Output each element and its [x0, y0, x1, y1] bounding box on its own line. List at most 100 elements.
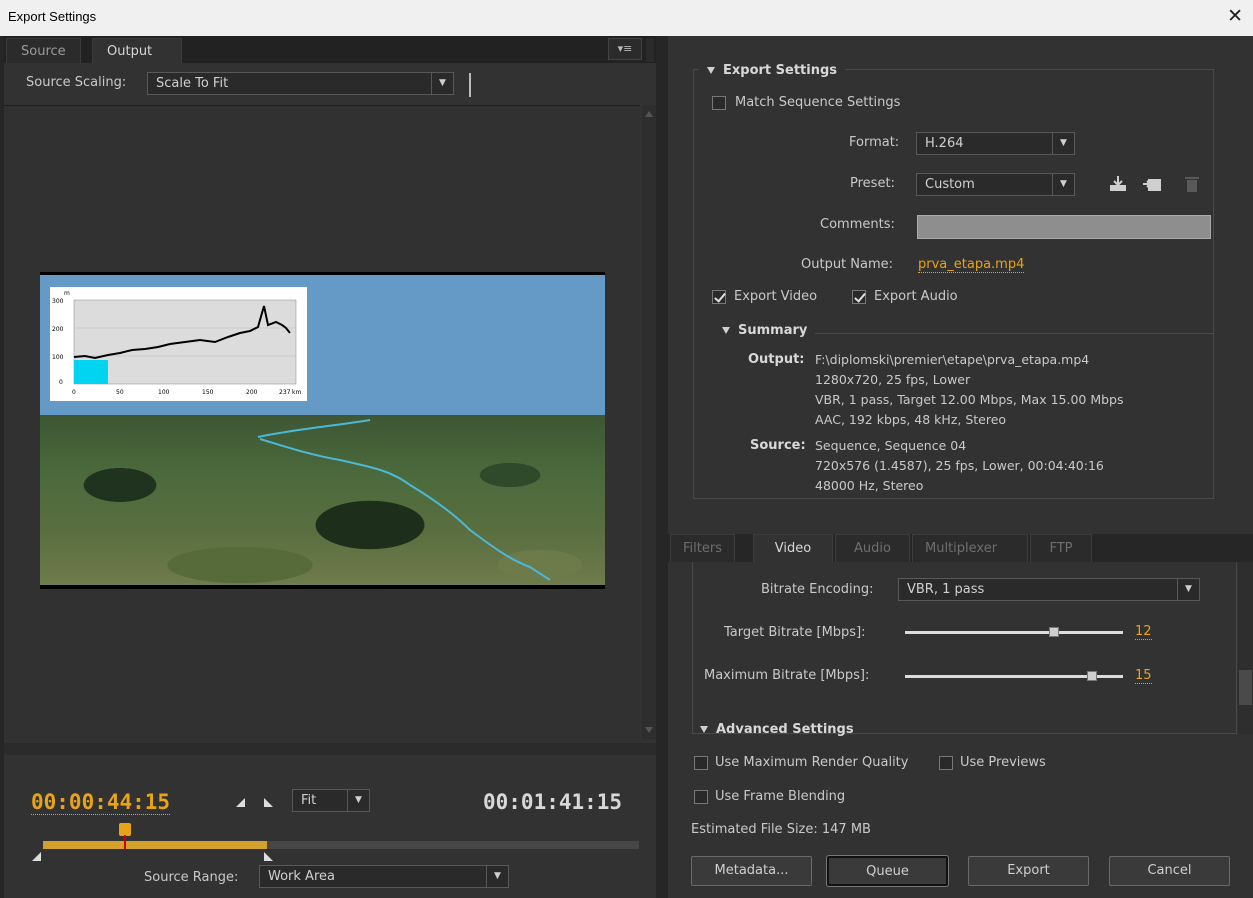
chart-x-tick: 0 — [72, 389, 76, 396]
metadata-button[interactable]: Metadata... — [691, 856, 812, 886]
chart-y-unit: m — [64, 290, 70, 297]
max-bitrate-slider-handle[interactable] — [1086, 671, 1097, 681]
preview-panel: Source Output ▾≡ Source Scaling: Scale T… — [4, 36, 656, 898]
chevron-down-icon: ▼ — [1052, 133, 1074, 154]
comments-field[interactable] — [917, 215, 1211, 239]
source-scaling-value: Scale To Fit — [156, 76, 229, 91]
max-bitrate-value[interactable]: 15 — [1135, 668, 1152, 684]
work-area-in-handle[interactable] — [32, 852, 41, 861]
scroll-up-icon[interactable] — [645, 111, 653, 117]
chart-y-tick: 300 — [52, 298, 64, 305]
preset-dropdown[interactable]: Custom ▼ — [916, 173, 1075, 196]
scrollbar-thumb[interactable] — [1239, 670, 1252, 705]
tab-source[interactable]: Source — [6, 38, 81, 63]
use-previews-checkbox[interactable] — [939, 756, 953, 770]
match-sequence-label: Match Sequence Settings — [735, 95, 901, 110]
export-video-label: Export Video — [734, 289, 818, 304]
chart-x-tick: 200 — [246, 389, 258, 396]
toolbar-divider — [469, 73, 471, 97]
summary-output-line: AAC, 192 kbps, 48 kHz, Stereo — [815, 412, 1007, 427]
current-timecode[interactable]: 00:00:44:15 — [31, 790, 171, 815]
preview-horizontal-scrollbar[interactable] — [4, 743, 656, 755]
bitrate-encoding-label: Bitrate Encoding: — [761, 582, 874, 597]
bitrate-encoding-dropdown[interactable]: VBR, 1 pass ▼ — [898, 578, 1200, 601]
target-bitrate-slider-handle[interactable] — [1049, 627, 1060, 637]
tab-ftp[interactable]: FTP — [1030, 534, 1092, 562]
panel-divider — [646, 38, 654, 62]
panel-menu-icon[interactable]: ▾≡ — [608, 38, 642, 60]
output-name-label: Output Name: — [801, 257, 894, 272]
collapse-triangle-icon — [700, 726, 708, 733]
preview-frame: m 300 200 100 0 0 50 100 150 200 237 km — [40, 272, 605, 589]
target-bitrate-slider[interactable] — [905, 631, 1123, 634]
summary-header[interactable]: Summary — [722, 323, 816, 338]
frame-blending-checkbox[interactable] — [694, 790, 708, 804]
chart-y-tick: 200 — [52, 326, 64, 333]
import-preset-icon[interactable] — [1142, 175, 1162, 193]
summary-source-label: Source: — [750, 438, 806, 453]
chevron-down-icon: ▼ — [1052, 174, 1074, 195]
source-scaling-row: Source Scaling: Scale To Fit ▼ — [4, 63, 656, 101]
collapse-triangle-icon — [707, 67, 715, 74]
export-audio-checkbox[interactable] — [852, 290, 866, 304]
video-settings-scrollbar[interactable] — [1238, 562, 1253, 734]
source-scaling-dropdown[interactable]: Scale To Fit ▼ — [147, 72, 454, 95]
summary-source-line: 720x576 (1.4587), 25 fps, Lower, 00:04:4… — [815, 458, 1104, 473]
format-label: Format: — [849, 135, 900, 150]
settings-panel: Export Settings Match Sequence Settings … — [668, 36, 1253, 898]
export-video-checkbox[interactable] — [712, 290, 726, 304]
output-name-link[interactable]: prva_etapa.mp4 — [918, 257, 1025, 273]
delete-preset-icon[interactable] — [1182, 175, 1202, 193]
summary-output-label: Output: — [748, 352, 805, 367]
save-preset-icon[interactable] — [1108, 175, 1128, 193]
format-dropdown[interactable]: H.264 ▼ — [916, 132, 1075, 155]
set-in-point-icon[interactable] — [236, 798, 245, 807]
tab-output[interactable]: Output — [92, 38, 182, 63]
comments-label: Comments: — [820, 217, 895, 232]
cancel-button[interactable]: Cancel — [1109, 856, 1230, 886]
tab-filters[interactable]: Filters — [670, 534, 735, 562]
queue-button[interactable]: Queue — [826, 855, 949, 887]
export-audio-label: Export Audio — [874, 289, 958, 304]
playhead-line — [124, 835, 127, 849]
summary-source-line: 48000 Hz, Stereo — [815, 478, 924, 493]
summary-source-line: Sequence, Sequence 04 — [815, 438, 967, 453]
preset-label: Preset: — [850, 176, 895, 191]
chevron-down-icon: ▼ — [431, 73, 453, 94]
chart-x-tick: 50 — [116, 389, 124, 396]
preview-terrain — [40, 415, 605, 585]
work-area-bar[interactable] — [43, 841, 267, 849]
close-icon[interactable]: ✕ — [1227, 5, 1243, 27]
export-settings-header[interactable]: Export Settings — [699, 63, 846, 78]
total-duration: 00:01:41:15 — [483, 790, 623, 814]
zoom-value: Fit — [301, 793, 317, 808]
window-title: Export Settings — [8, 9, 97, 24]
max-render-quality-checkbox[interactable] — [694, 756, 708, 770]
work-area-out-handle[interactable] — [264, 852, 273, 861]
summary-output-line: 1280x720, 25 fps, Lower — [815, 372, 971, 387]
chevron-down-icon: ▼ — [486, 866, 508, 887]
target-bitrate-label: Target Bitrate [Mbps]: — [724, 625, 866, 640]
source-range-dropdown[interactable]: Work Area ▼ — [259, 865, 509, 888]
source-range-value: Work Area — [268, 869, 335, 884]
chart-x-tick: 150 — [202, 389, 214, 396]
max-bitrate-label: Maximum Bitrate [Mbps]: — [704, 668, 870, 683]
use-previews-label: Use Previews — [960, 755, 1046, 770]
set-out-point-icon[interactable] — [264, 798, 273, 807]
target-bitrate-value[interactable]: 12 — [1135, 624, 1152, 640]
tab-multiplexer[interactable]: Multiplexer — [912, 534, 1028, 562]
source-range-label: Source Range: — [144, 870, 239, 885]
title-bar: Export Settings ✕ — [0, 0, 1253, 36]
zoom-dropdown[interactable]: Fit ▼ — [292, 789, 370, 812]
scroll-down-icon[interactable] — [645, 727, 653, 733]
chevron-down-icon: ▼ — [1177, 579, 1199, 600]
match-sequence-checkbox[interactable] — [712, 96, 726, 110]
export-button[interactable]: Export — [968, 856, 1089, 886]
tab-video[interactable]: Video — [753, 534, 833, 562]
frame-blending-label: Use Frame Blending — [715, 789, 846, 804]
advanced-settings-header[interactable]: Advanced Settings — [700, 722, 854, 737]
summary-output-line: VBR, 1 pass, Target 12.00 Mbps, Max 15.0… — [815, 392, 1124, 407]
tab-audio[interactable]: Audio — [835, 534, 910, 562]
preview-vertical-scrollbar[interactable] — [642, 105, 656, 739]
collapse-triangle-icon — [722, 327, 730, 334]
